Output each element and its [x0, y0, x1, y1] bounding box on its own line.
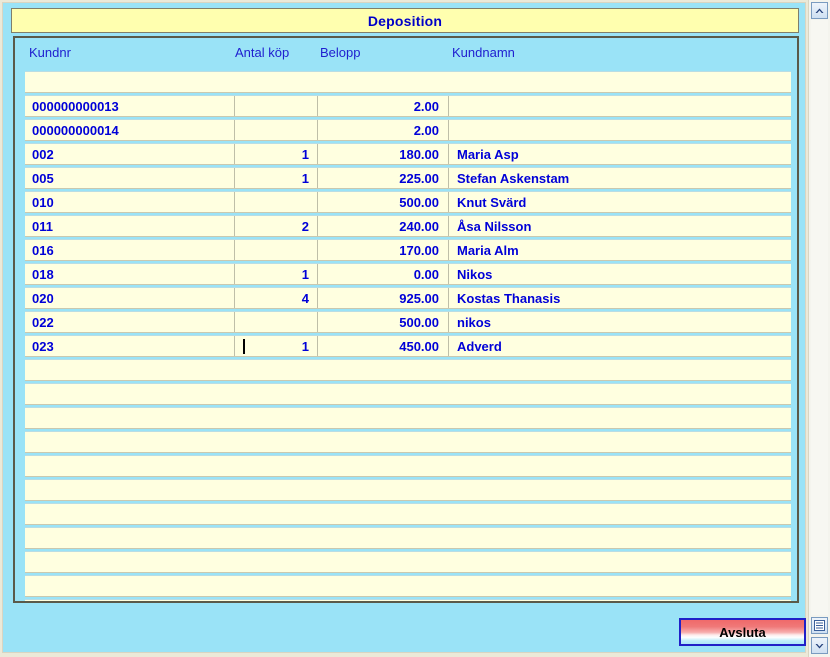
column-header-kundnr: Kundnr	[29, 45, 71, 60]
cell-kundnr[interactable]: 023	[25, 336, 235, 356]
cell-antal-kop[interactable]: 4	[235, 288, 318, 308]
table-body[interactable]: 000000000013 2.00 000000000014 2.00 002 1 180.…	[25, 71, 791, 601]
table-row[interactable]: 022 500.00 nikos	[25, 311, 791, 333]
cell-kundnr[interactable]: 018	[25, 264, 235, 284]
cell-belopp[interactable]: 2.00	[318, 120, 449, 140]
column-header-belopp: Belopp	[320, 45, 361, 60]
table-row[interactable]: 005 1 225.00 Stefan Askenstam	[25, 167, 791, 189]
cell-antal-kop[interactable]	[235, 240, 318, 260]
cell-kundnr[interactable]: 022	[25, 312, 235, 332]
deposition-grid-panel: Kundnr Antal köp Belopp Kundnamn 0000000…	[13, 36, 799, 603]
avsluta-button[interactable]: Avsluta	[679, 618, 806, 646]
cell-belopp[interactable]: 180.00	[318, 144, 449, 164]
table-row[interactable]: 010 500.00 Knut Svärd	[25, 191, 791, 213]
cell-kundnamn[interactable]	[449, 96, 791, 116]
cell-antal-kop[interactable]	[235, 312, 318, 332]
cell-antal-kop[interactable]	[235, 192, 318, 212]
table-column-header: Kundnr Antal köp Belopp Kundnamn	[15, 38, 797, 71]
table-row[interactable]	[25, 551, 791, 573]
cell-belopp[interactable]: 170.00	[318, 240, 449, 260]
table-row[interactable]	[25, 575, 791, 597]
table-row[interactable]: 023 1 450.00 Adverd	[25, 335, 791, 357]
cell-kundnr[interactable]: 005	[25, 168, 235, 188]
table-row[interactable]	[25, 527, 791, 549]
table-row[interactable]: 016 170.00 Maria Alm	[25, 239, 791, 261]
table-row[interactable]	[25, 71, 791, 93]
cell-belopp[interactable]: 500.00	[318, 312, 449, 332]
table-row[interactable]	[25, 431, 791, 453]
scroll-list-button[interactable]	[811, 617, 828, 634]
cell-antal-kop[interactable]: 1	[235, 144, 318, 164]
table-row[interactable]	[25, 503, 791, 525]
cell-belopp[interactable]: 2.00	[318, 96, 449, 116]
cell-belopp[interactable]: 225.00	[318, 168, 449, 188]
cell-kundnr[interactable]: 002	[25, 144, 235, 164]
table-row[interactable]: 000000000013 2.00	[25, 95, 791, 117]
cell-kundnr[interactable]: 011	[25, 216, 235, 236]
application-window: Deposition Kundnr Antal köp Belopp Kundn…	[0, 0, 830, 657]
cell-belopp[interactable]: 500.00	[318, 192, 449, 212]
cell-kundnamn[interactable]: Adverd	[449, 336, 791, 356]
column-header-antal-kop: Antal köp	[235, 45, 290, 60]
table-row[interactable]: 000000000014 2.00	[25, 119, 791, 141]
cell-kundnr[interactable]: 020	[25, 288, 235, 308]
scroll-up-button[interactable]	[811, 2, 828, 19]
table-row[interactable]	[25, 407, 791, 429]
cell-belopp[interactable]: 925.00	[318, 288, 449, 308]
scrollbar-track[interactable]	[811, 20, 828, 615]
cell-kundnr[interactable]: 000000000014	[25, 120, 235, 140]
cell-kundnamn[interactable]: Maria Alm	[449, 240, 791, 260]
table-row[interactable]	[25, 359, 791, 381]
cell-kundnamn[interactable]: nikos	[449, 312, 791, 332]
cell-kundnamn[interactable]: Stefan Askenstam	[449, 168, 791, 188]
cell-antal-kop[interactable]: 1	[235, 168, 318, 188]
window-client-area: Deposition Kundnr Antal köp Belopp Kundn…	[2, 2, 806, 653]
cell-kundnamn[interactable]: Maria Asp	[449, 144, 791, 164]
cell-belopp[interactable]: 240.00	[318, 216, 449, 236]
cell-antal-kop[interactable]: 1	[235, 264, 318, 284]
cell-belopp[interactable]: 450.00	[318, 336, 449, 356]
table-row[interactable]: 018 1 0.00 Nikos	[25, 263, 791, 285]
cell-antal-kop[interactable]: 2	[235, 216, 318, 236]
cell-kundnamn[interactable]: Nikos	[449, 264, 791, 284]
page-title: Deposition	[367, 12, 443, 29]
chevron-up-icon	[814, 7, 825, 15]
cell-antal-kop[interactable]: 1	[235, 336, 318, 356]
cell-kundnr[interactable]: 010	[25, 192, 235, 212]
cell-kundnr[interactable]: 000000000013	[25, 96, 235, 116]
table-row[interactable]	[25, 479, 791, 501]
text-caret	[243, 339, 245, 354]
table-row[interactable]: 020 4 925.00 Kostas Thanasis	[25, 287, 791, 309]
vertical-scrollbar[interactable]	[808, 0, 830, 657]
table-row[interactable]	[25, 599, 791, 601]
avsluta-button-label: Avsluta	[719, 624, 766, 640]
cell-kundnamn[interactable]	[449, 120, 791, 140]
window-title-bar: Deposition	[11, 8, 799, 33]
cell-kundnamn[interactable]: Knut Svärd	[449, 192, 791, 212]
table-row[interactable]: 002 1 180.00 Maria Asp	[25, 143, 791, 165]
cell-kundnamn[interactable]: Åsa Nilsson	[449, 216, 791, 236]
scroll-down-button[interactable]	[811, 637, 828, 654]
cell-kundnamn[interactable]: Kostas Thanasis	[449, 288, 791, 308]
chevron-down-icon	[814, 642, 825, 650]
table-row[interactable]	[25, 455, 791, 477]
cell-antal-kop[interactable]	[235, 96, 318, 116]
column-header-kundnamn: Kundnamn	[452, 45, 515, 60]
table-row[interactable]: 011 2 240.00 Åsa Nilsson	[25, 215, 791, 237]
list-lines-icon	[814, 620, 825, 631]
table-row[interactable]	[25, 383, 791, 405]
cell-antal-kop[interactable]	[235, 120, 318, 140]
cell-belopp[interactable]: 0.00	[318, 264, 449, 284]
cell-kundnr[interactable]: 016	[25, 240, 235, 260]
